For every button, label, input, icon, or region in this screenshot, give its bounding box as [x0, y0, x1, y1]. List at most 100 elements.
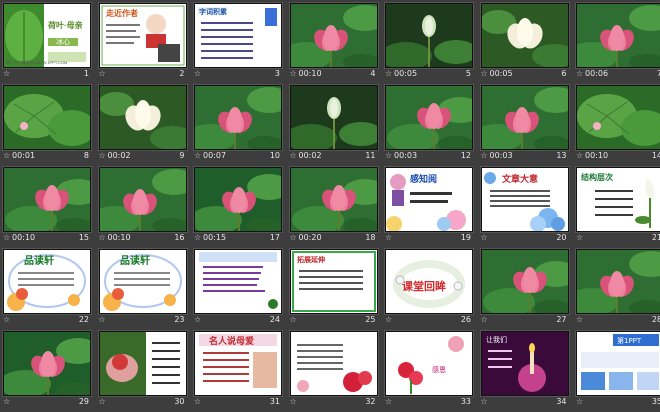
- slide-preview[interactable]: 结构层次: [576, 167, 660, 232]
- slide-timing: 00:05: [394, 69, 418, 78]
- slide-thumbnail-26[interactable]: 课堂回眸 ☆ 26: [385, 249, 478, 330]
- slide-timing: 00:10: [107, 233, 131, 242]
- slide-thumbnail-17[interactable]: ☆ 00:15 17: [194, 167, 287, 248]
- slide-thumbnail-5[interactable]: ☆ 00:05 5: [385, 3, 478, 84]
- slide-number: 27: [556, 315, 567, 324]
- slide-preview[interactable]: [289, 167, 378, 232]
- svg-text:第1PPT: 第1PPT: [617, 336, 642, 345]
- slide-preview[interactable]: 文章大意: [480, 167, 569, 232]
- animation-star-icon: ☆: [289, 397, 297, 406]
- slide-number: 5: [465, 69, 471, 78]
- slide-preview[interactable]: 让我们: [480, 331, 569, 396]
- slide-thumbnail-7[interactable]: ☆ 00:06 7: [576, 3, 660, 84]
- slide-thumbnail-14[interactable]: ☆ 00:10 14: [576, 85, 660, 166]
- slide-preview[interactable]: [480, 3, 569, 68]
- slide-preview[interactable]: [3, 167, 91, 232]
- slide-thumbnail-11[interactable]: ☆ 00:02 11: [289, 85, 383, 166]
- slide-preview[interactable]: 感知阅: [385, 167, 473, 232]
- slide-thumbnail-3[interactable]: 字词积累 ☆ 3: [194, 3, 287, 84]
- slide-preview[interactable]: 名人说母爱: [194, 331, 282, 396]
- animation-star-icon: ☆: [385, 397, 393, 406]
- svg-text:文章大意: 文章大意: [501, 173, 538, 185]
- slide-thumbnail-33[interactable]: 感恩 ☆ 33: [385, 331, 478, 412]
- slide-thumbnail-18[interactable]: ☆ 00:20 18: [289, 167, 383, 248]
- slide-thumbnail-20[interactable]: 文章大意 ☆ 20: [480, 167, 574, 248]
- slide-number: 12: [460, 151, 471, 160]
- slide-preview[interactable]: [194, 249, 282, 314]
- slide-number: 13: [556, 151, 567, 160]
- slide-thumbnail-4[interactable]: ☆ 00:10 4: [289, 3, 383, 84]
- slide-thumbnail-10[interactable]: ☆ 00:07 10: [194, 85, 287, 166]
- slide-title-text: 荷叶·母亲: [48, 21, 83, 30]
- animation-star-icon: ☆: [576, 151, 584, 160]
- slide-preview[interactable]: [3, 85, 91, 150]
- slide-thumbnail-31[interactable]: 名人说母爱 ☆ 31: [194, 331, 287, 412]
- slide-preview[interactable]: 课堂回眸: [385, 249, 473, 314]
- animation-star-icon: ☆: [576, 69, 584, 78]
- slide-preview[interactable]: [576, 249, 660, 314]
- slide-thumbnail-23[interactable]: 品读轩 ☆ 23: [98, 249, 192, 330]
- slide-thumbnail-32[interactable]: ☆ 32: [289, 331, 383, 412]
- slide-number: 32: [365, 397, 376, 406]
- slide-thumbnail-29[interactable]: ☆ 29: [3, 331, 96, 412]
- slide-number: 25: [365, 315, 376, 324]
- slide-preview[interactable]: [194, 85, 282, 150]
- slide-thumbnail-9[interactable]: ☆ 00:02 9: [98, 85, 192, 166]
- slide-number: 17: [269, 233, 280, 242]
- slide-preview[interactable]: 荷叶·母亲 冰心 第一PPT模板网-WWW.1PPT.COM: [3, 3, 91, 68]
- slide-thumbnail-27[interactable]: ☆ 27: [480, 249, 574, 330]
- slide-preview[interactable]: 走近作者: [98, 3, 187, 68]
- slide-thumbnail-28[interactable]: ☆ 28: [576, 249, 660, 330]
- slide-preview[interactable]: [289, 3, 378, 68]
- animation-star-icon: ☆: [576, 315, 584, 324]
- slide-thumbnail-16[interactable]: ☆ 00:10 16: [98, 167, 192, 248]
- slide-preview[interactable]: 拓展延伸: [289, 249, 378, 314]
- slide-number: 28: [651, 315, 660, 324]
- slide-thumbnail-34[interactable]: 让我们 ☆ 34: [480, 331, 574, 412]
- slide-thumbnail-24[interactable]: ☆ 24: [194, 249, 287, 330]
- slide-thumbnail-12[interactable]: ☆ 00:03 12: [385, 85, 478, 166]
- slide-preview[interactable]: [3, 331, 91, 396]
- slide-thumbnail-22[interactable]: 品读轩 ☆ 22: [3, 249, 96, 330]
- slide-number: 6: [561, 69, 567, 78]
- slide-preview[interactable]: [385, 85, 473, 150]
- slide-thumbnail-21[interactable]: 结构层次 ☆ 21: [576, 167, 660, 248]
- slide-preview[interactable]: [480, 85, 569, 150]
- slide-preview[interactable]: [289, 331, 378, 396]
- slide-preview[interactable]: [289, 85, 378, 150]
- slide-preview[interactable]: [98, 85, 187, 150]
- slide-preview[interactable]: [576, 3, 660, 68]
- slide-thumbnail-6[interactable]: ☆ 00:05 6: [480, 3, 574, 84]
- slide-thumbnail-8[interactable]: ☆ 00:01 8: [3, 85, 96, 166]
- slide-preview[interactable]: 第1PPT: [576, 331, 660, 396]
- slide-preview[interactable]: [98, 331, 187, 396]
- slide-preview[interactable]: [98, 167, 187, 232]
- slide-thumbnail-2[interactable]: 走近作者 ☆ 2: [98, 3, 192, 84]
- animation-star-icon: ☆: [480, 151, 488, 160]
- slide-thumbnail-30[interactable]: ☆ 30: [98, 331, 192, 412]
- slide-preview[interactable]: [480, 249, 569, 314]
- slide-thumbnail-13[interactable]: ☆ 00:03 13: [480, 85, 574, 166]
- slide-thumbnail-25[interactable]: 拓展延伸 ☆ 25: [289, 249, 383, 330]
- slide-preview[interactable]: 品读轩: [98, 249, 187, 314]
- animation-star-icon: ☆: [98, 315, 106, 324]
- slide-thumbnail-1[interactable]: 荷叶·母亲 冰心 第一PPT模板网-WWW.1PPT.COM ☆ 1: [3, 3, 96, 84]
- slide-preview[interactable]: 品读轩: [3, 249, 91, 314]
- slide-thumbnail-35[interactable]: 第1PPT ☆ 35: [576, 331, 660, 412]
- svg-text:拓展延伸: 拓展延伸: [297, 255, 325, 264]
- animation-star-icon: ☆: [289, 151, 297, 160]
- slide-thumbnail-19[interactable]: 感知阅 ☆ 19: [385, 167, 478, 248]
- slide-preview[interactable]: [576, 85, 660, 150]
- slide-preview[interactable]: 感恩: [385, 331, 473, 396]
- animation-star-icon: ☆: [385, 69, 393, 78]
- animation-star-icon: ☆: [194, 233, 202, 242]
- slide-thumbnail-15[interactable]: ☆ 00:10 15: [3, 167, 96, 248]
- slide-number: 3: [274, 69, 280, 78]
- slide-preview[interactable]: 字词积累: [194, 3, 282, 68]
- slide-number: 31: [269, 397, 280, 406]
- slide-preview[interactable]: [385, 3, 473, 68]
- animation-star-icon: ☆: [98, 233, 106, 242]
- slide-number: 1: [83, 69, 89, 78]
- slide-preview[interactable]: [194, 167, 282, 232]
- slide-timing: 00:06: [585, 69, 609, 78]
